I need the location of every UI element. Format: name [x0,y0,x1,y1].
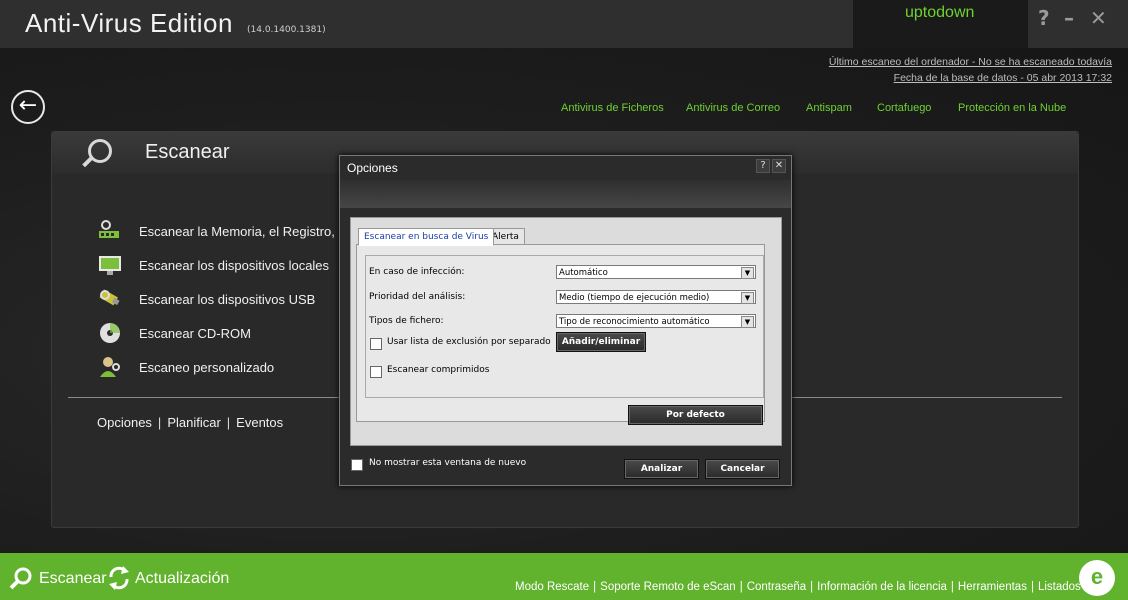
local-devices-icon [99,256,121,275]
add-remove-button[interactable]: Añadir/eliminar [556,332,646,352]
dialog-help-button[interactable]: ? [756,159,770,173]
dialog-body: Escanear en busca de Virus Alerta En cas… [350,217,782,446]
infection-select-value: Automático [559,268,608,278]
options-link[interactable]: Opciones [97,415,152,430]
link-separator: | [739,581,743,593]
app-version: (14.0.1400.1381) [247,25,326,35]
events-link[interactable]: Eventos [236,415,283,430]
priority-label: Prioridad del análisis: [369,292,466,302]
footer-links: Modo Rescate | Soporte Remoto de eScan | Con… [515,581,1081,593]
help-button[interactable]: ? [1038,6,1050,30]
file-types-select[interactable]: Tipo de reconocimiento automático ▼ [556,314,756,328]
options-group: En caso de infección: Automático ▼ Priori… [365,255,764,398]
scan-panel-links: Opciones | Planificar | Eventos [97,415,283,430]
footer-bar: Escanear Actualización Modo Rescate | Sopo… [0,553,1128,600]
link-separator: | [226,415,231,430]
module-antispam[interactable]: Antispam [806,102,852,114]
compressed-label: Escanear comprimidos [387,365,490,375]
brand-label: uptodown [905,4,975,21]
password-link[interactable]: Contraseña [747,581,806,593]
footer-search-icon [9,567,32,590]
lists-link[interactable]: Listados [1038,581,1081,593]
search-icon [88,139,112,163]
link-separator: | [1030,581,1034,593]
chevron-down-icon: ▼ [741,316,754,328]
footer-update-button[interactable]: Actualización [135,570,229,588]
link-separator: | [810,581,814,593]
scan-item-label: Escanear los dispositivos locales [139,258,330,273]
dialog-header-band [340,180,791,208]
dont-show-again-checkbox[interactable] [351,459,363,471]
exclusion-list-label: Usar lista de exclusión por separado [387,337,551,347]
scan-item-label: Escanear los dispositivos USB [139,292,316,307]
db-date-link[interactable]: Fecha de la base de datos - 05 abr 2013 … [894,72,1112,84]
link-separator: | [593,581,597,593]
infection-label: En caso de infección: [369,267,465,277]
module-cloud-protection[interactable]: Protección en la Nube [958,102,1066,114]
file-types-label: Tipos de fichero: [369,316,444,326]
infection-select[interactable]: Automático ▼ [556,265,756,279]
custom-scan-icon [100,357,120,377]
priority-select-value: Medio (tiempo de ejecución medio) [559,293,710,303]
scan-panel-title: Escanear [145,141,230,163]
scan-item-label: Escanear la Memoria, el Registro, los [139,224,356,239]
exclusion-list-checkbox[interactable] [370,338,382,350]
priority-select[interactable]: Medio (tiempo de ejecución medio) ▼ [556,290,756,304]
cdrom-icon [100,323,120,343]
update-icon [109,566,129,590]
close-button[interactable]: ✕ [1090,6,1107,30]
last-scan-link[interactable]: Último escaneo del ordenador - No se ha … [829,56,1112,68]
options-dialog: Opciones ? ✕ Escanear en busca de Virus … [339,155,792,486]
remote-support-link[interactable]: Soporte Remoto de eScan [600,581,736,593]
dialog-close-button[interactable]: ✕ [772,159,786,173]
link-separator: | [157,415,162,430]
chevron-down-icon: ▼ [741,292,754,304]
file-types-select-value: Tipo de reconocimiento automático [559,317,710,327]
tools-link[interactable]: Herramientas [958,581,1027,593]
cancel-button[interactable]: Cancelar [705,459,780,479]
module-mail-antivirus[interactable]: Antivirus de Correo [686,102,780,114]
schedule-link[interactable]: Planificar [167,415,220,430]
memory-scan-icon [99,220,119,238]
tab-panel: En caso de infección: Automático ▼ Priori… [356,244,765,425]
link-separator: | [950,581,954,593]
module-firewall[interactable]: Cortafuego [877,102,931,114]
minimize-button[interactable]: – [1064,6,1074,30]
footer-scan-button[interactable]: Escanear [39,570,107,588]
dont-show-again-label: No mostrar esta ventana de nuevo [369,458,527,468]
compressed-checkbox[interactable] [370,366,382,378]
title-bar: Anti-Virus Edition (14.0.1400.1381) upto… [0,0,1128,48]
default-button[interactable]: Por defecto [628,405,763,425]
license-info-link[interactable]: Información de la licencia [817,581,947,593]
back-button[interactable]: ← [11,90,45,124]
app-title: Anti-Virus Edition [25,8,233,38]
rescue-mode-link[interactable]: Modo Rescate [515,581,589,593]
module-file-antivirus[interactable]: Antivirus de Ficheros [561,102,664,114]
back-arrow-icon: ← [18,93,38,118]
escan-logo-icon: e [1079,560,1115,596]
scan-item-label: Escaneo personalizado [139,360,275,375]
dialog-title: Opciones [347,161,398,175]
tab-virus-scan[interactable]: Escanear en busca de Virus [358,228,495,246]
chevron-down-icon: ▼ [741,267,754,279]
analyze-button[interactable]: Analizar [624,459,699,479]
usb-icon [99,289,120,306]
scan-item-label: Escanear CD-ROM [139,326,251,341]
